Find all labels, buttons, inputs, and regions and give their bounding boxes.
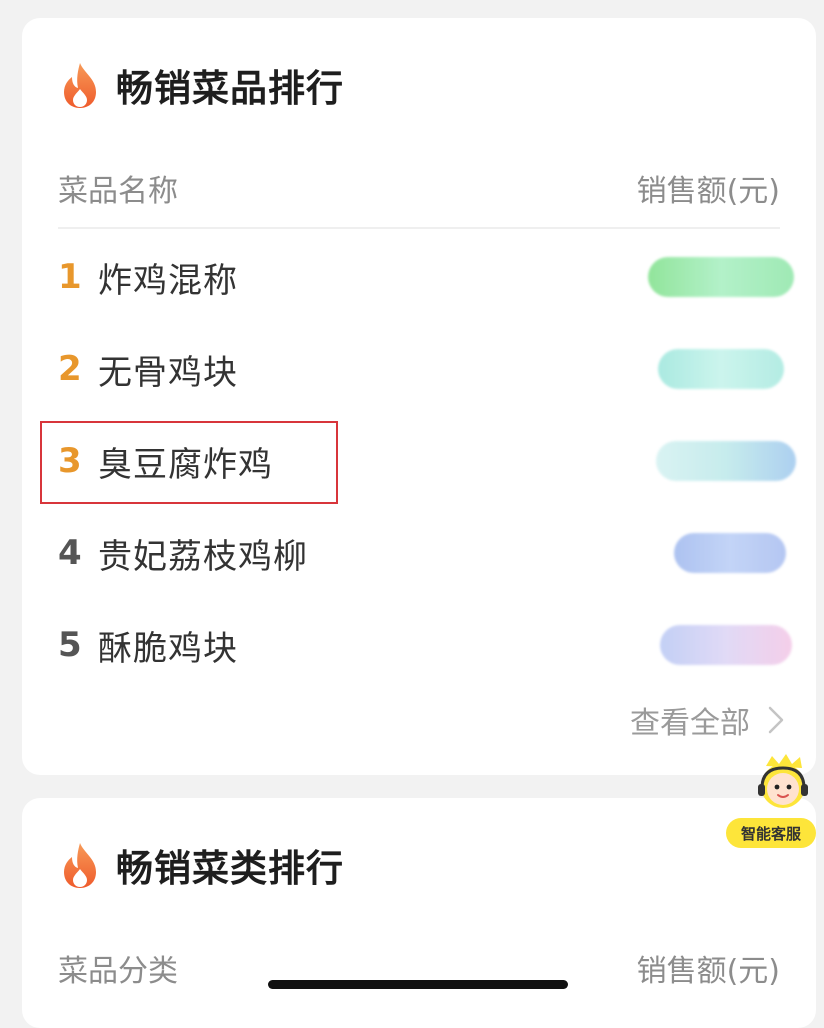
assistant-avatar-icon	[758, 754, 808, 808]
obscured-amount	[658, 349, 784, 389]
divider	[58, 227, 780, 229]
view-all-link[interactable]: 查看全部	[630, 698, 786, 742]
assistant-label: 智能客服	[726, 818, 816, 848]
dish-name: 炸鸡混称	[98, 260, 238, 301]
table-header: 菜品名称 销售额(元)	[58, 166, 780, 210]
bestselling-dishes-card: 畅销菜品排行 菜品名称 销售额(元) 1 炸鸡混称 2 无骨鸡块 3 臭豆腐炸鸡…	[22, 18, 816, 775]
table-row[interactable]: 4 贵妃荔枝鸡柳	[58, 523, 794, 583]
dish-name: 贵妃荔枝鸡柳	[98, 536, 308, 577]
header-dish-name: 菜品名称	[58, 174, 178, 209]
chevron-right-icon	[768, 706, 784, 734]
dish-name: 酥脆鸡块	[98, 628, 238, 669]
fire-icon	[64, 63, 96, 108]
header-sales-amount: 销售额(元)	[636, 174, 780, 209]
header-category: 菜品分类	[58, 954, 178, 989]
card-title-text: 畅销菜品排行	[116, 67, 344, 110]
card-title: 畅销菜类排行	[58, 838, 344, 892]
dish-name: 无骨鸡块	[98, 352, 238, 393]
rank-number: 4	[58, 533, 82, 573]
obscured-amount	[674, 533, 786, 573]
rank-number: 2	[58, 349, 82, 389]
obscured-amount	[648, 257, 794, 297]
smart-assistant-button[interactable]: 智能客服	[726, 752, 818, 852]
home-indicator	[268, 980, 568, 989]
table-row[interactable]: 5 酥脆鸡块	[58, 615, 794, 675]
fire-icon	[64, 843, 96, 888]
card-title: 畅销菜品排行	[58, 58, 344, 112]
obscured-amount	[660, 625, 792, 665]
table-row[interactable]: 2 无骨鸡块	[58, 339, 794, 399]
obscured-amount	[656, 441, 796, 481]
bestselling-categories-card: 畅销菜类排行 菜品分类 销售额(元)	[22, 798, 816, 1028]
highlight-box	[40, 421, 338, 504]
card-title-text: 畅销菜类排行	[116, 847, 344, 890]
table-row[interactable]: 1 炸鸡混称	[58, 247, 794, 307]
view-all-label: 查看全部	[630, 706, 750, 741]
header-sales-amount: 销售额(元)	[636, 954, 780, 989]
rank-number: 1	[58, 257, 82, 297]
rank-number: 5	[58, 625, 82, 665]
